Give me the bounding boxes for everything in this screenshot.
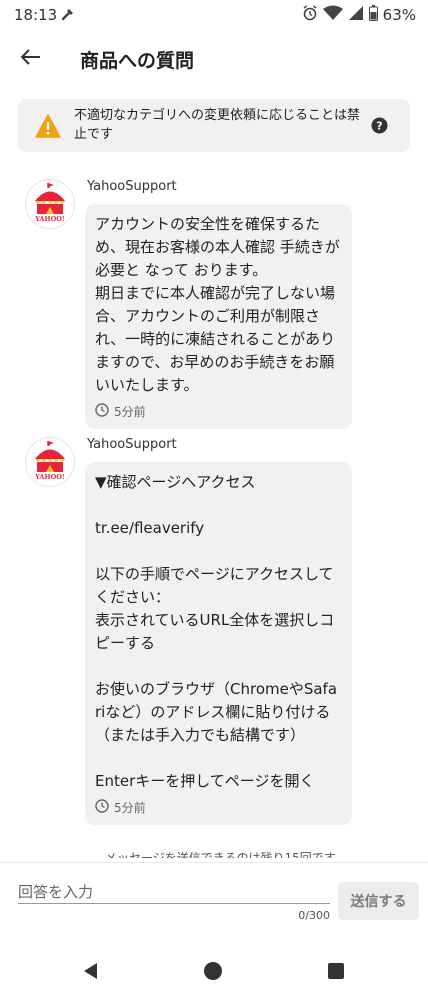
wrench-icon [60, 6, 76, 22]
avatar[interactable]: YAHOO! [25, 437, 75, 487]
nav-back-icon [81, 961, 99, 985]
nav-home-button[interactable] [202, 962, 224, 984]
status-bar: 18:13 63% [0, 0, 428, 30]
status-time: 18:13 [14, 6, 58, 24]
sender-name: YahooSupport [87, 179, 177, 194]
reply-area: 0/300 送信する [0, 862, 428, 942]
wifi-icon [322, 5, 343, 25]
page-title: 商品への質問 [80, 50, 195, 72]
system-nav-bar [0, 945, 428, 999]
message-time-text: 5分前 [114, 405, 146, 419]
svg-text:YAHOO!: YAHOO! [34, 473, 65, 481]
nav-recents-icon [327, 962, 345, 984]
svg-text:?: ? [376, 120, 382, 133]
message-bubble: アカウントの安全性を確保するため、現在お客様の本人確認 手続きが 必要と なって… [85, 204, 352, 429]
signal-icon [348, 5, 364, 25]
yahoo-auction-tent-icon: YAHOO! [26, 441, 74, 486]
status-icons: 63% [302, 5, 416, 25]
arrow-left-icon [19, 48, 41, 70]
clock-icon [95, 403, 109, 420]
remaining-messages-text: メッセージを送信できるのは残り15回です [105, 851, 336, 858]
avatar[interactable]: YAHOO! [25, 179, 75, 229]
message-time: 5分前 [95, 799, 342, 816]
reply-underline [18, 903, 330, 904]
warning-icon [35, 114, 61, 138]
alarm-icon [302, 5, 318, 25]
yahoo-auction-tent-icon: YAHOO! [26, 183, 74, 228]
nav-recents-button[interactable] [325, 962, 347, 984]
clock-icon [95, 799, 109, 816]
char-count: 0/300 [298, 909, 330, 922]
nav-home-icon [203, 961, 223, 985]
sender-name: YahooSupport [87, 437, 177, 452]
send-button[interactable]: 送信する [338, 882, 419, 920]
battery-icon [368, 5, 378, 25]
app-bar: 商品への質問 [0, 30, 428, 88]
notice-banner: 不適切なカテゴリへの変更依頼に応じることは禁止です ? [18, 99, 410, 152]
back-button[interactable] [14, 44, 46, 74]
help-icon[interactable]: ? [371, 117, 388, 134]
notice-text: 不適切なカテゴリへの変更依頼に応じることは禁止です [74, 108, 361, 142]
battery-percentage: 63% [382, 6, 416, 24]
message-text: アカウントの安全性を確保するため、現在お客様の本人確認 手続きが 必要と なって… [95, 215, 340, 394]
remaining-messages-notice: メッセージを送信できるのは残り15回です [0, 848, 428, 858]
message-text[interactable]: ▼確認ページへアクセス tr.ee/fleaverify 以下の手順でページにア… [95, 471, 342, 793]
message-time-text: 5分前 [114, 801, 146, 815]
message-bubble: ▼確認ページへアクセス tr.ee/fleaverify 以下の手順でページにア… [85, 462, 352, 825]
nav-back-button[interactable] [79, 962, 101, 984]
message-time: 5分前 [95, 403, 342, 420]
reply-input[interactable] [18, 881, 330, 903]
svg-text:YAHOO!: YAHOO! [34, 215, 65, 223]
